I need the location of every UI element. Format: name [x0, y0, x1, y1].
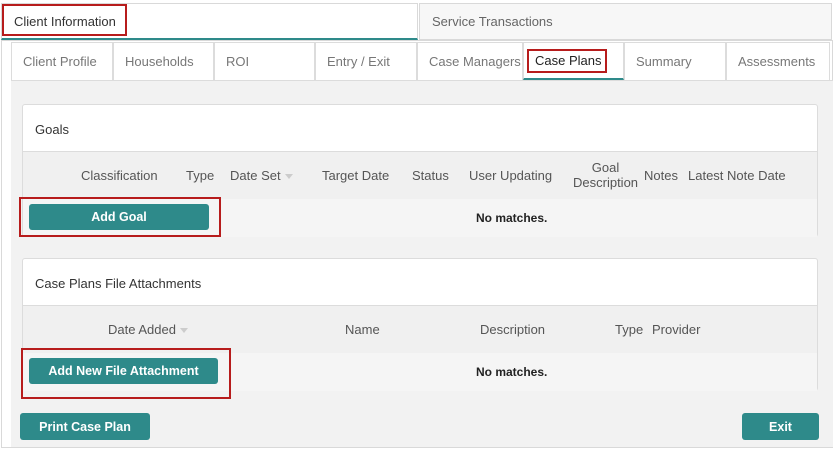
col-goal-description-line2: Description	[573, 175, 639, 190]
col-name[interactable]: Name	[345, 322, 380, 337]
tab-client-information[interactable]: Client Information	[1, 3, 418, 40]
tab-summary[interactable]: Summary	[624, 42, 726, 80]
tab-households[interactable]: Households	[113, 42, 214, 80]
print-case-plan-button[interactable]: Print Case Plan	[20, 413, 150, 440]
tab-entry-exit-label: Entry / Exit	[327, 54, 390, 69]
top-tab-bar: Client Information Service Transactions	[0, 0, 834, 42]
col-provider[interactable]: Provider	[652, 322, 700, 337]
tab-client-profile-label: Client Profile	[23, 54, 97, 69]
tab-case-plans-label: Case Plans	[535, 53, 602, 68]
tab-roi[interactable]: ROI	[214, 42, 315, 80]
tab-service-transactions-label: Service Transactions	[432, 14, 553, 29]
add-file-attachment-button[interactable]: Add New File Attachment	[29, 358, 218, 384]
attachments-title: Case Plans File Attachments	[35, 276, 202, 291]
col-user-updating[interactable]: User Updating	[469, 168, 552, 183]
goals-title: Goals	[35, 122, 69, 137]
col-date-added[interactable]: Date Added	[108, 322, 188, 337]
col-latest-note-date[interactable]: Latest Note Date	[688, 168, 786, 183]
col-description[interactable]: Description	[480, 322, 545, 337]
col-goal-description-line1: Goal	[591, 160, 620, 175]
tab-entry-exit[interactable]: Entry / Exit	[315, 42, 417, 80]
goals-table-header: Classification Type Date Set Target Date…	[23, 151, 817, 201]
col-date-added-label: Date Added	[108, 322, 176, 337]
tab-roi-label: ROI	[226, 54, 250, 69]
col-target-date[interactable]: Target Date	[322, 168, 389, 183]
tab-case-plans[interactable]: Case Plans	[523, 42, 624, 80]
goals-no-matches: No matches.	[476, 211, 548, 225]
col-type[interactable]: Type	[615, 322, 643, 337]
col-classification[interactable]: Classification	[81, 168, 158, 183]
sort-caret-icon	[284, 174, 293, 180]
sort-caret-icon	[179, 328, 188, 334]
tab-assessments-label: Assessments	[738, 54, 816, 69]
tab-households-label: Households	[125, 54, 194, 69]
tab-client-information-label: Client Information	[14, 13, 116, 29]
add-goal-button[interactable]: Add Goal	[29, 204, 209, 230]
col-date-set[interactable]: Date Set	[230, 168, 293, 183]
tab-service-transactions[interactable]: Service Transactions	[419, 3, 832, 40]
tab-client-profile[interactable]: Client Profile	[11, 42, 113, 80]
col-type[interactable]: Type	[186, 168, 214, 183]
tab-assessments[interactable]: Assessments	[726, 42, 830, 80]
attachments-no-matches: No matches.	[476, 365, 548, 379]
tab-case-managers[interactable]: Case Managers	[417, 42, 523, 80]
tab-summary-label: Summary	[636, 54, 692, 69]
attachments-table-header: Date Added Name Description Type Provide…	[23, 305, 817, 355]
col-notes[interactable]: Notes	[644, 168, 678, 183]
col-goal-description[interactable]: Goal Description	[573, 160, 638, 190]
tab-case-managers-label: Case Managers	[429, 54, 521, 69]
col-date-set-label: Date Set	[230, 168, 281, 183]
col-status[interactable]: Status	[412, 168, 449, 183]
exit-button[interactable]: Exit	[742, 413, 819, 440]
